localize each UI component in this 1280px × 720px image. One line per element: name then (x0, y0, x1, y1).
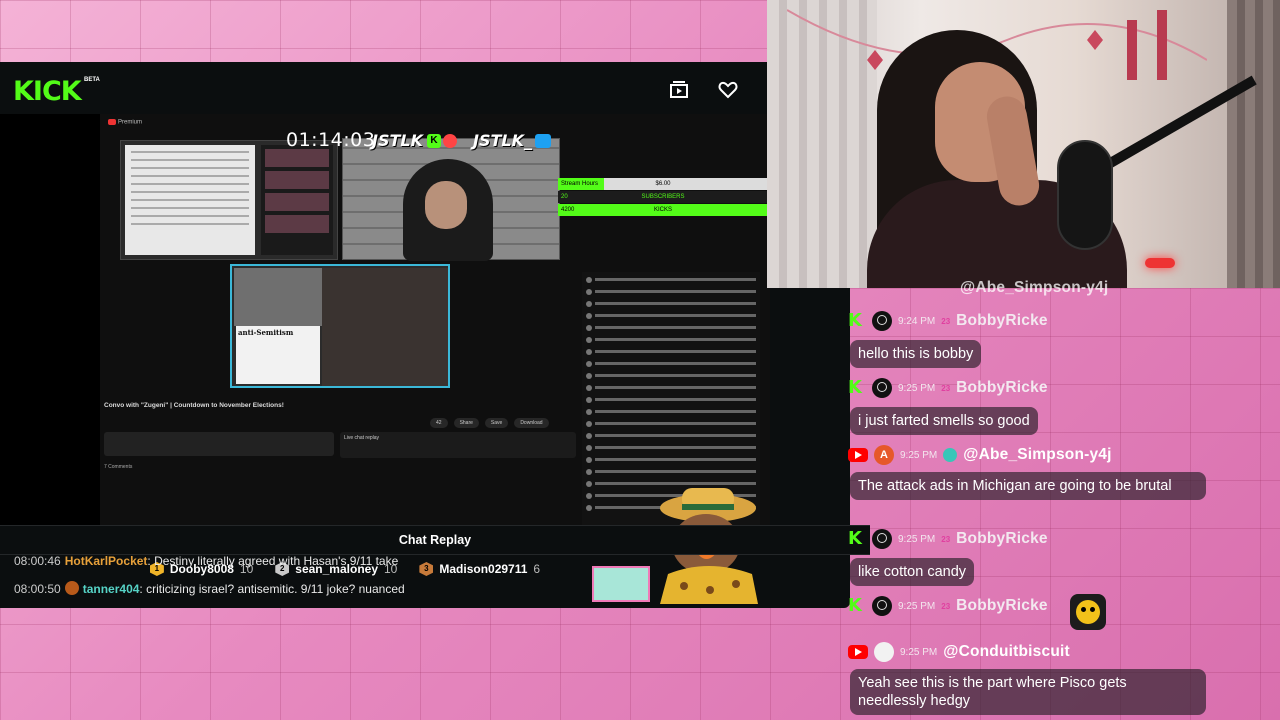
goal-hours-value: $6.00 (655, 181, 671, 187)
chat-time: 9:25 PM (900, 449, 938, 461)
chat-replay-message: 08:00:46 HotKarlPocket: Destiny literally… (14, 554, 398, 568)
user-avatar: A (874, 445, 894, 465)
download-button[interactable]: Download (514, 418, 549, 428)
youtube-description-box (104, 432, 334, 456)
subscriber-badge: 23 (941, 316, 951, 326)
chat-time: 9:25 PM (898, 533, 936, 545)
heart-icon[interactable] (718, 80, 738, 100)
chat-message-header: K 9:25 PM 23 BobbyRicke (848, 376, 1048, 400)
youtube-action-row: 42 Share Save Download (430, 418, 549, 428)
share-button[interactable]: Share (453, 418, 479, 428)
live-chat-replay-box: Live chat replay (340, 432, 576, 458)
like-button[interactable]: 42 (430, 418, 448, 428)
message-username[interactable]: HotKarlPocket (65, 554, 148, 568)
comments-count: 7 Comments (104, 464, 133, 470)
chat-message-header: K 9:25 PM 23 BobbyRicke (848, 594, 1048, 618)
user-avatar-icon (872, 596, 892, 616)
leaderboard-entry-3[interactable]: 3 Madison029711 6 (419, 562, 540, 576)
multistream-chat-overlay: @Abe_Simpson-y4j K 9:24 PM 23 BobbyRicke… (848, 276, 1280, 720)
chat-message-text: i just farted smells so good (850, 407, 1038, 435)
chat-username: @Abe_Simpson-y4j (963, 446, 1112, 463)
kick-beta-label: BETA (84, 77, 100, 83)
chat-username: BobbyRicke (956, 379, 1048, 396)
chat-message-header: A 9:25 PM @Abe_Simpson-y4j (848, 443, 1112, 467)
anti-semitism-card-label: anti-Semitism (238, 328, 294, 337)
host-camera-feed (342, 138, 560, 261)
chat-username: @Abe_Simpson-y4j (960, 279, 1109, 296)
chat-time: 9:25 PM (900, 646, 938, 658)
leaderboard-name: Madison029711 (439, 562, 528, 576)
leaderboard-count: 6 (533, 562, 541, 576)
goal-kicks: 4200 KICKS (558, 204, 768, 216)
user-avatar-icon (872, 529, 892, 549)
microphone (1057, 140, 1113, 250)
chat-time: 9:25 PM (898, 600, 936, 612)
youtube-logo: Premium (108, 119, 142, 126)
goal-subs-label: SUBSCRIBERS (641, 194, 685, 200)
chat-time: 9:24 PM (898, 315, 936, 327)
chat-replay-header: Chat Replay (0, 525, 870, 555)
message-time: 08:00:46 (14, 554, 61, 568)
subscriber-badge: 23 (941, 383, 951, 393)
stream-timer: 01:14:03 (286, 129, 376, 151)
youtube-platform-icon (848, 645, 868, 659)
subscriber-badge: 23 (941, 601, 951, 611)
chat-username: BobbyRicke (956, 312, 1048, 329)
chat-message-text: hello this is bobby (850, 340, 982, 368)
chat-username: BobbyRicke (956, 530, 1048, 547)
subscriber-badge: 23 (941, 534, 951, 544)
chat-message-header: K 9:24 PM 23 BobbyRicke (848, 309, 1048, 333)
member-badge-icon (943, 448, 958, 462)
goal-stream-hours: Stream Hours $6.00 (558, 178, 768, 190)
kick-logo[interactable]: KICK (13, 76, 82, 107)
kick-platform-icon: K (848, 377, 862, 398)
chat-partial-message: @Abe_Simpson-y4j (960, 276, 1108, 300)
message-time: 08:00:50 (14, 582, 61, 596)
chat-message-text: like cotton candy (850, 558, 975, 586)
chat-message-text: Yeah see this is the part where Pisco ge… (850, 669, 1206, 715)
kick-platform-icon: K (848, 310, 862, 331)
message-text: : Destiny literally agreed with Hasan's … (147, 554, 399, 568)
chat-message-header: 9:25 PM @Conduitbiscuit (848, 640, 1070, 664)
chat-username: @Conduitbiscuit (943, 643, 1070, 660)
chat-replay-message: 08:00:50 tanner404: criticizing israel? a… (14, 581, 405, 596)
brand-label-kick: JSTLK (372, 131, 423, 150)
browser-thumbnail (120, 140, 338, 260)
youtube-video-title: Convo with "Zugeni" | Countdown to Novem… (104, 402, 284, 409)
chat-time: 9:25 PM (898, 382, 936, 394)
chat-username: BobbyRicke (956, 597, 1048, 614)
live-chat-replay-label: Live chat replay (344, 435, 380, 441)
user-avatar-icon (872, 378, 892, 398)
emote-icon (1070, 594, 1106, 630)
save-button[interactable]: Save (484, 418, 509, 428)
theater-mode-icon[interactable] (669, 80, 689, 100)
user-avatar-icon (874, 642, 894, 662)
rank-badge-icon: 3 (419, 562, 434, 576)
record-icon (443, 134, 457, 148)
stream-goals: Stream Hours $6.00 20 SUBSCRIBERS 4200 K… (558, 178, 768, 218)
message-username[interactable]: tanner404 (83, 582, 140, 596)
user-avatar-icon (872, 311, 892, 331)
message-text: : criticizing israel? antisemitic. 9/11 … (139, 582, 405, 596)
twitter-icon (535, 134, 551, 148)
kick-header: KICK BETA (0, 62, 767, 114)
kick-small-icon: K (427, 134, 441, 148)
chat-message-text: The attack ads in Michigan are going to … (850, 472, 1206, 500)
streamer-webcam (767, 0, 1280, 288)
youtube-platform-icon (848, 448, 868, 462)
brand-label-twitter: JSTLK_ (473, 131, 532, 150)
kick-platform-icon: K (848, 528, 862, 549)
user-avatar-icon (64, 581, 79, 595)
guest-call-window: anti-Semitism (230, 264, 450, 388)
kick-platform-icon: K (848, 595, 862, 616)
goal-kicks-label: KICKS (653, 207, 672, 213)
chat-message-header: K 9:25 PM 23 BobbyRicke (848, 527, 1048, 551)
goal-subscribers: 20 SUBSCRIBERS (558, 191, 768, 203)
